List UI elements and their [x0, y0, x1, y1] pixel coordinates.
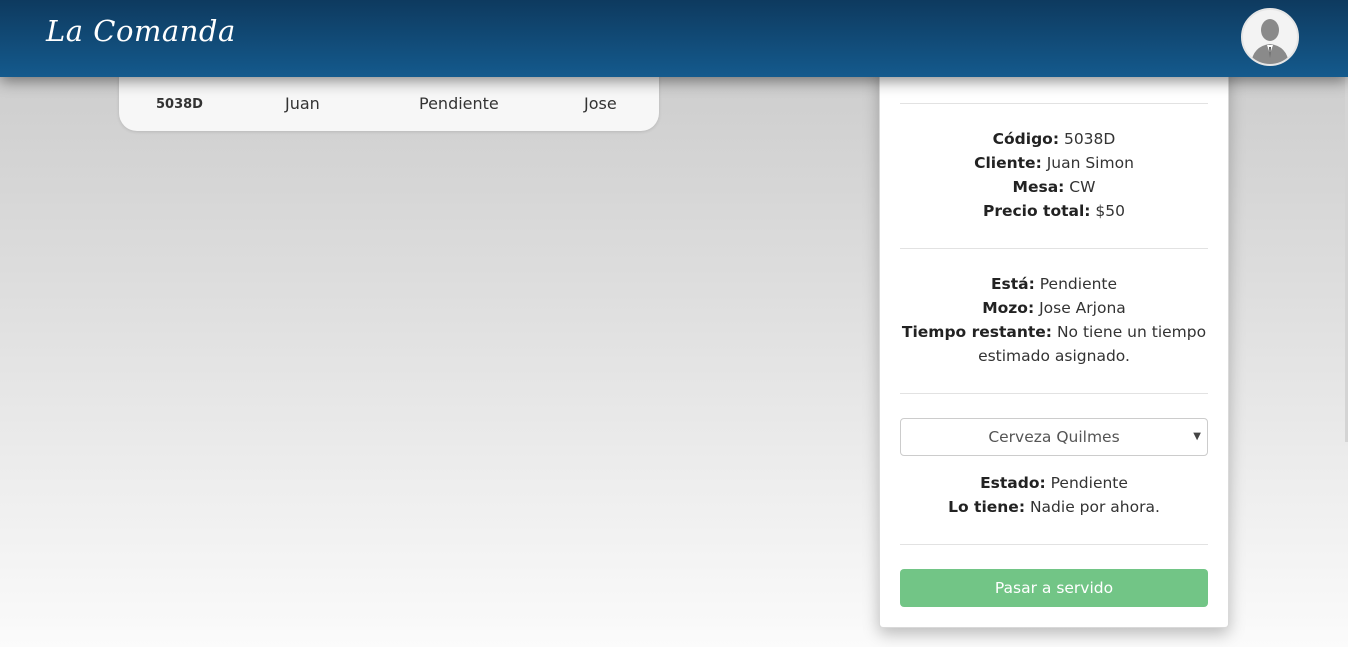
- price-value: $50: [1095, 202, 1126, 220]
- chevron-down-icon: ▼: [1193, 431, 1201, 442]
- product-select-value: Cerveza Quilmes: [988, 428, 1120, 446]
- status-label: Está:: [990, 275, 1035, 293]
- user-avatar-icon[interactable]: [1241, 8, 1299, 66]
- order-code-cell: 5038D: [156, 97, 203, 112]
- item-status-block: Estado: Pendiente Lo tiene: Nadie por ah…: [900, 471, 1208, 519]
- order-state-cell: Pendiente: [419, 94, 499, 113]
- waiter-label: Mozo:: [982, 299, 1035, 317]
- table-value: CW: [1069, 178, 1096, 196]
- table-label: Mesa:: [1012, 178, 1065, 196]
- item-state-value: Pendiente: [1050, 474, 1128, 492]
- serve-button[interactable]: Pasar a servido: [900, 569, 1208, 607]
- code-line: Código: 5038D: [900, 127, 1208, 151]
- order-detail-card: Código: 5038D Cliente: Juan Simon Mesa: …: [879, 60, 1229, 628]
- holder-label: Lo tiene:: [948, 498, 1026, 516]
- client-value: Juan Simon: [1046, 154, 1134, 172]
- price-label: Precio total:: [982, 202, 1091, 220]
- time-line: Tiempo restante: No tiene un tiempo esti…: [900, 320, 1208, 368]
- waiter-value: Jose Arjona: [1039, 299, 1126, 317]
- divider: [900, 248, 1208, 249]
- top-navbar: La Comanda: [0, 0, 1348, 77]
- holder-line: Lo tiene: Nadie por ahora.: [900, 495, 1208, 519]
- brand-logo[interactable]: La Comanda: [46, 14, 236, 48]
- holder-value: Nadie por ahora.: [1029, 498, 1160, 516]
- table-line: Mesa: CW: [900, 175, 1208, 199]
- order-summary: Código: 5038D Cliente: Juan Simon Mesa: …: [900, 127, 1208, 223]
- status-line: Está: Pendiente: [900, 272, 1208, 296]
- order-status-block: Está: Pendiente Mozo: Jose Arjona Tiempo…: [900, 272, 1208, 368]
- code-label: Código:: [992, 130, 1060, 148]
- waiter-line: Mozo: Jose Arjona: [900, 296, 1208, 320]
- price-line: Precio total: $50: [900, 199, 1208, 223]
- order-waiter-cell: Jose: [584, 94, 617, 113]
- divider: [900, 103, 1208, 104]
- client-label: Cliente:: [974, 154, 1042, 172]
- time-label: Tiempo restante:: [901, 323, 1053, 341]
- item-state-line: Estado: Pendiente: [900, 471, 1208, 495]
- product-select[interactable]: Cerveza Quilmes ▼: [900, 418, 1208, 456]
- status-value: Pendiente: [1039, 275, 1118, 293]
- divider: [900, 393, 1208, 394]
- client-line: Cliente: Juan Simon: [900, 151, 1208, 175]
- code-value: 5038D: [1063, 130, 1116, 148]
- item-state-label: Estado:: [980, 474, 1046, 492]
- order-client-cell: Juan: [285, 94, 320, 113]
- divider: [900, 544, 1208, 545]
- table-row[interactable]: 5038D Juan Pendiente Jose: [119, 94, 659, 118]
